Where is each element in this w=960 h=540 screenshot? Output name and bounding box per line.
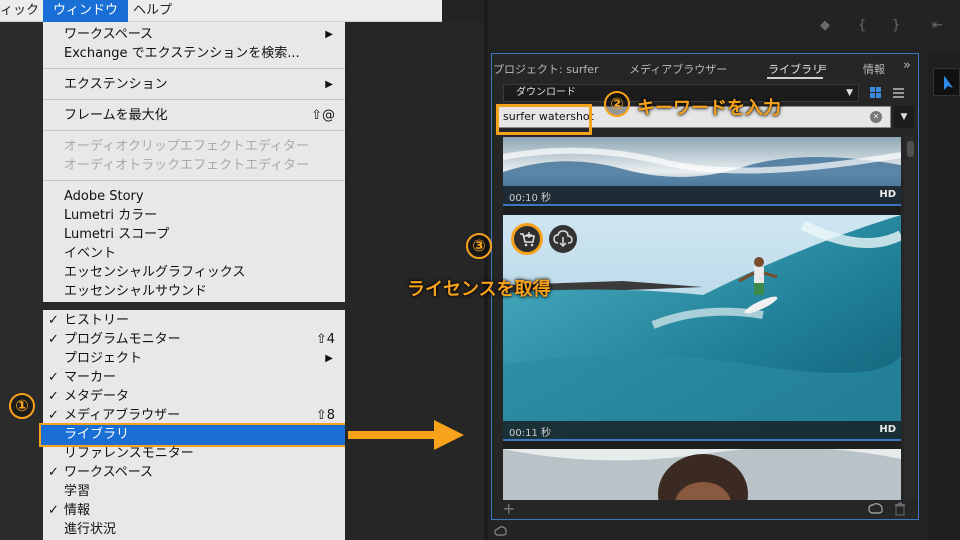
- menu-item-progress[interactable]: 進行状況: [43, 520, 345, 539]
- menu-item-metadata[interactable]: ✓ メタデータ: [43, 387, 345, 406]
- panel-footer: +: [492, 499, 918, 519]
- clip-preview-image: [503, 449, 901, 500]
- marker-icon[interactable]: ◆: [820, 18, 830, 33]
- shortcut-label: ⇧4: [315, 332, 335, 347]
- menu-item-essential-graphics[interactable]: エッセンシャルグラフィックス: [43, 263, 345, 282]
- menu-item-project[interactable]: プロジェクト ▶: [43, 349, 345, 368]
- menu-window[interactable]: ウィンドウ: [43, 0, 129, 22]
- shortcut-label: ⇧@: [311, 108, 335, 123]
- go-to-in-icon[interactable]: ⇤: [932, 18, 943, 33]
- arrow-annotation: [348, 420, 464, 450]
- check-icon: ✓: [48, 370, 59, 385]
- check-icon: ✓: [48, 503, 59, 518]
- menu-item-program-monitor[interactable]: ✓ プログラムモニター ⇧4: [43, 330, 345, 349]
- asset-list-scrollbar[interactable]: [905, 137, 916, 500]
- selection-tool[interactable]: [933, 68, 960, 96]
- menu-item-audio-track-effect-editor: オーディオトラックエフェクトエディター: [64, 158, 310, 173]
- menu-item-maximize-frame[interactable]: フレームを最大化 ⇧@: [43, 106, 345, 125]
- cloud-sync-icon[interactable]: [494, 525, 508, 537]
- submenu-arrow-icon: ▶: [325, 353, 333, 364]
- menu-item-adobe-story[interactable]: Adobe Story: [43, 187, 345, 206]
- step-1-badge: ①: [9, 393, 35, 419]
- libraries-panel: プロジェクト: surfer メディアブラウザー ライブラリ ≡ 情報 » ダウ…: [491, 53, 919, 520]
- panel-divider[interactable]: [484, 0, 488, 540]
- menu-item-exchange[interactable]: Exchange でエクステンションを検索...: [43, 44, 345, 63]
- clip-quality-badge: HD: [879, 189, 896, 200]
- panel-tabs: プロジェクト: surfer メディアブラウザー ライブラリ ≡ 情報 »: [492, 54, 918, 80]
- menu-separator: [43, 99, 345, 100]
- submenu-arrow-icon: ▶: [325, 79, 333, 90]
- background-strip: [0, 22, 43, 540]
- check-icon: ✓: [48, 389, 59, 404]
- menu-item-audio-clip-effect-editor: オーディオクリップエフェクトエディター: [64, 139, 309, 154]
- grid-view-icon[interactable]: [869, 86, 882, 99]
- menu-item-lumetri-color[interactable]: Lumetri カラー: [43, 206, 345, 225]
- monitor-toolbar: ◆ { } ⇤: [488, 0, 960, 52]
- menu-gap: [43, 302, 345, 310]
- in-point-icon[interactable]: {: [858, 18, 866, 33]
- tab-libraries[interactable]: ライブラリ: [768, 61, 823, 77]
- menu-item-info[interactable]: ✓ 情報: [43, 501, 345, 520]
- menu-separator: [43, 68, 345, 69]
- clip-info-bar: 00:11 秒 HD: [503, 421, 901, 441]
- tab-menu-icon[interactable]: ≡: [818, 61, 827, 74]
- asset-thumbnail[interactable]: 00:11 秒 HD: [503, 215, 901, 441]
- menu-item-events[interactable]: イベント: [43, 244, 345, 263]
- menu-item-history[interactable]: ✓ ヒストリー: [43, 311, 345, 330]
- menu-item-essential-sound[interactable]: エッセンシャルサウンド: [43, 282, 345, 301]
- submenu-arrow-icon: ▶: [325, 29, 333, 40]
- check-icon: ✓: [48, 313, 59, 328]
- asset-thumbnail[interactable]: 00:10 秒 HD: [503, 137, 901, 206]
- cart-icon: [520, 232, 535, 247]
- asset-thumbnail[interactable]: [503, 449, 901, 500]
- clear-search-icon[interactable]: ✕: [870, 111, 882, 123]
- menu-item-workspaces-panel[interactable]: ✓ ワークスペース: [43, 463, 345, 482]
- add-content-icon[interactable]: +: [502, 499, 515, 518]
- step-3-badge: ③: [466, 233, 492, 259]
- active-tab-indicator: [767, 77, 823, 79]
- step-2-label: キーワードを入力: [637, 98, 781, 119]
- list-view-icon[interactable]: [892, 86, 905, 99]
- check-icon: ✓: [48, 465, 59, 480]
- creative-cloud-icon[interactable]: [868, 502, 884, 516]
- save-preview-button[interactable]: [549, 225, 577, 253]
- menu-item-lumetri-scopes[interactable]: Lumetri スコープ: [43, 225, 345, 244]
- menu-item-reference-monitor[interactable]: リファレンスモニター: [43, 444, 345, 463]
- tab-media-browser[interactable]: メディアブラウザー: [629, 61, 727, 77]
- tab-overflow-icon[interactable]: »: [903, 58, 911, 73]
- menu-item-markers[interactable]: ✓ マーカー: [43, 368, 345, 387]
- step-3-label: ライセンスを取得: [407, 279, 551, 300]
- menu-item-workspaces[interactable]: ワークスペース ▶: [43, 25, 345, 44]
- search-filter-dropdown[interactable]: ▼: [894, 106, 914, 128]
- library-asset-list: 00:10 秒 HD 00:11 秒 HD: [503, 137, 901, 500]
- dropdown-arrow-icon: ▼: [846, 88, 853, 98]
- out-point-icon[interactable]: }: [892, 18, 900, 33]
- selection-arrow-icon: [944, 76, 953, 90]
- cloud-download-icon: [553, 230, 573, 248]
- tab-info[interactable]: 情報: [863, 61, 885, 77]
- tab-project[interactable]: プロジェクト: surfer: [493, 61, 599, 77]
- clip-info-bar: 00:10 秒 HD: [503, 186, 901, 206]
- clip-duration: 00:11 秒: [509, 428, 551, 439]
- clip-duration: 00:10 秒: [509, 193, 551, 204]
- menu-separator: [43, 130, 345, 131]
- menu-separator: [43, 180, 345, 181]
- menu-item-learn[interactable]: 学習: [43, 482, 345, 501]
- clip-quality-badge: HD: [879, 424, 896, 435]
- search-highlight-box: [496, 104, 592, 135]
- trash-icon[interactable]: [894, 502, 906, 516]
- menu-bar: ィック ウィンドウ ヘルプ: [0, 0, 442, 22]
- menu-item-extensions[interactable]: エクステンション ▶: [43, 75, 345, 94]
- scrollbar-thumb[interactable]: [907, 141, 914, 157]
- check-icon: ✓: [48, 332, 59, 347]
- menu-effects-partial[interactable]: ィック: [0, 0, 49, 22]
- step-2-badge: ②: [604, 91, 630, 117]
- menu-help[interactable]: ヘルプ: [123, 0, 182, 22]
- license-cart-button[interactable]: [511, 223, 543, 255]
- window-dropdown-menu-lower: ✓ ヒストリー ✓ プログラムモニター ⇧4 プロジェクト ▶ ✓ マーカー ✓ メタデータ…: [39, 310, 348, 540]
- tools-panel: [928, 52, 960, 540]
